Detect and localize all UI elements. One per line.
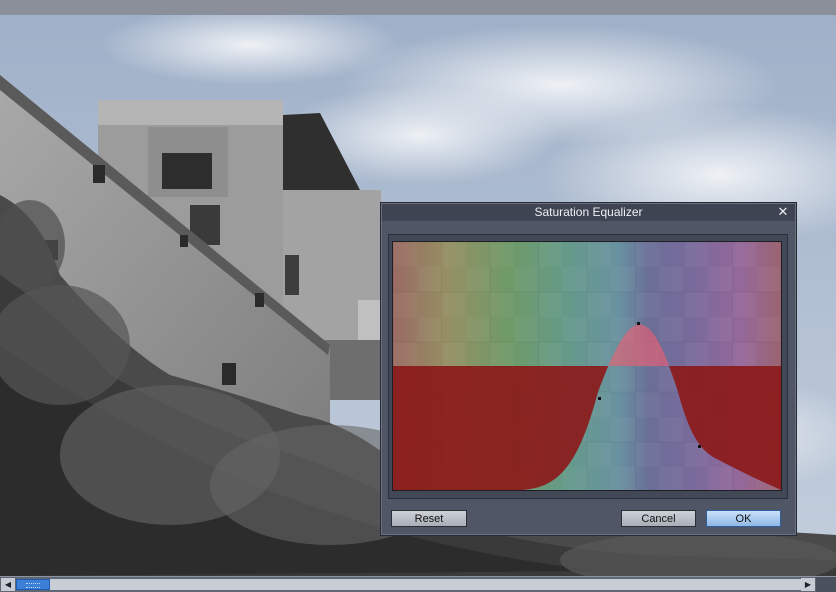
close-icon[interactable]: ✕ xyxy=(776,204,790,219)
dialog-title: Saturation Equalizer xyxy=(534,205,643,219)
scroll-track[interactable] xyxy=(16,579,806,590)
cancel-button[interactable]: Cancel xyxy=(621,510,696,527)
curve-point[interactable] xyxy=(598,397,601,400)
horizontal-scrollbar[interactable]: ◀ ▶ xyxy=(0,576,836,592)
equalizer-graph[interactable] xyxy=(392,241,782,491)
equalizer-canvas[interactable] xyxy=(393,242,781,490)
arrow-left-icon[interactable]: ◀ xyxy=(1,578,15,591)
ok-button[interactable]: OK xyxy=(706,510,781,527)
scroll-corner xyxy=(816,577,836,592)
arrow-right-icon[interactable]: ▶ xyxy=(801,578,815,591)
reset-button[interactable]: Reset xyxy=(391,510,467,527)
dialog-titlebar[interactable]: Saturation Equalizer xyxy=(382,204,795,221)
scroll-thumb[interactable] xyxy=(16,579,50,590)
curve-point[interactable] xyxy=(698,445,701,448)
curve-point[interactable] xyxy=(637,322,640,325)
top-toolbar xyxy=(0,0,836,15)
saturation-equalizer-dialog: Saturation Equalizer ✕ Reset Cancel OK xyxy=(380,202,797,536)
